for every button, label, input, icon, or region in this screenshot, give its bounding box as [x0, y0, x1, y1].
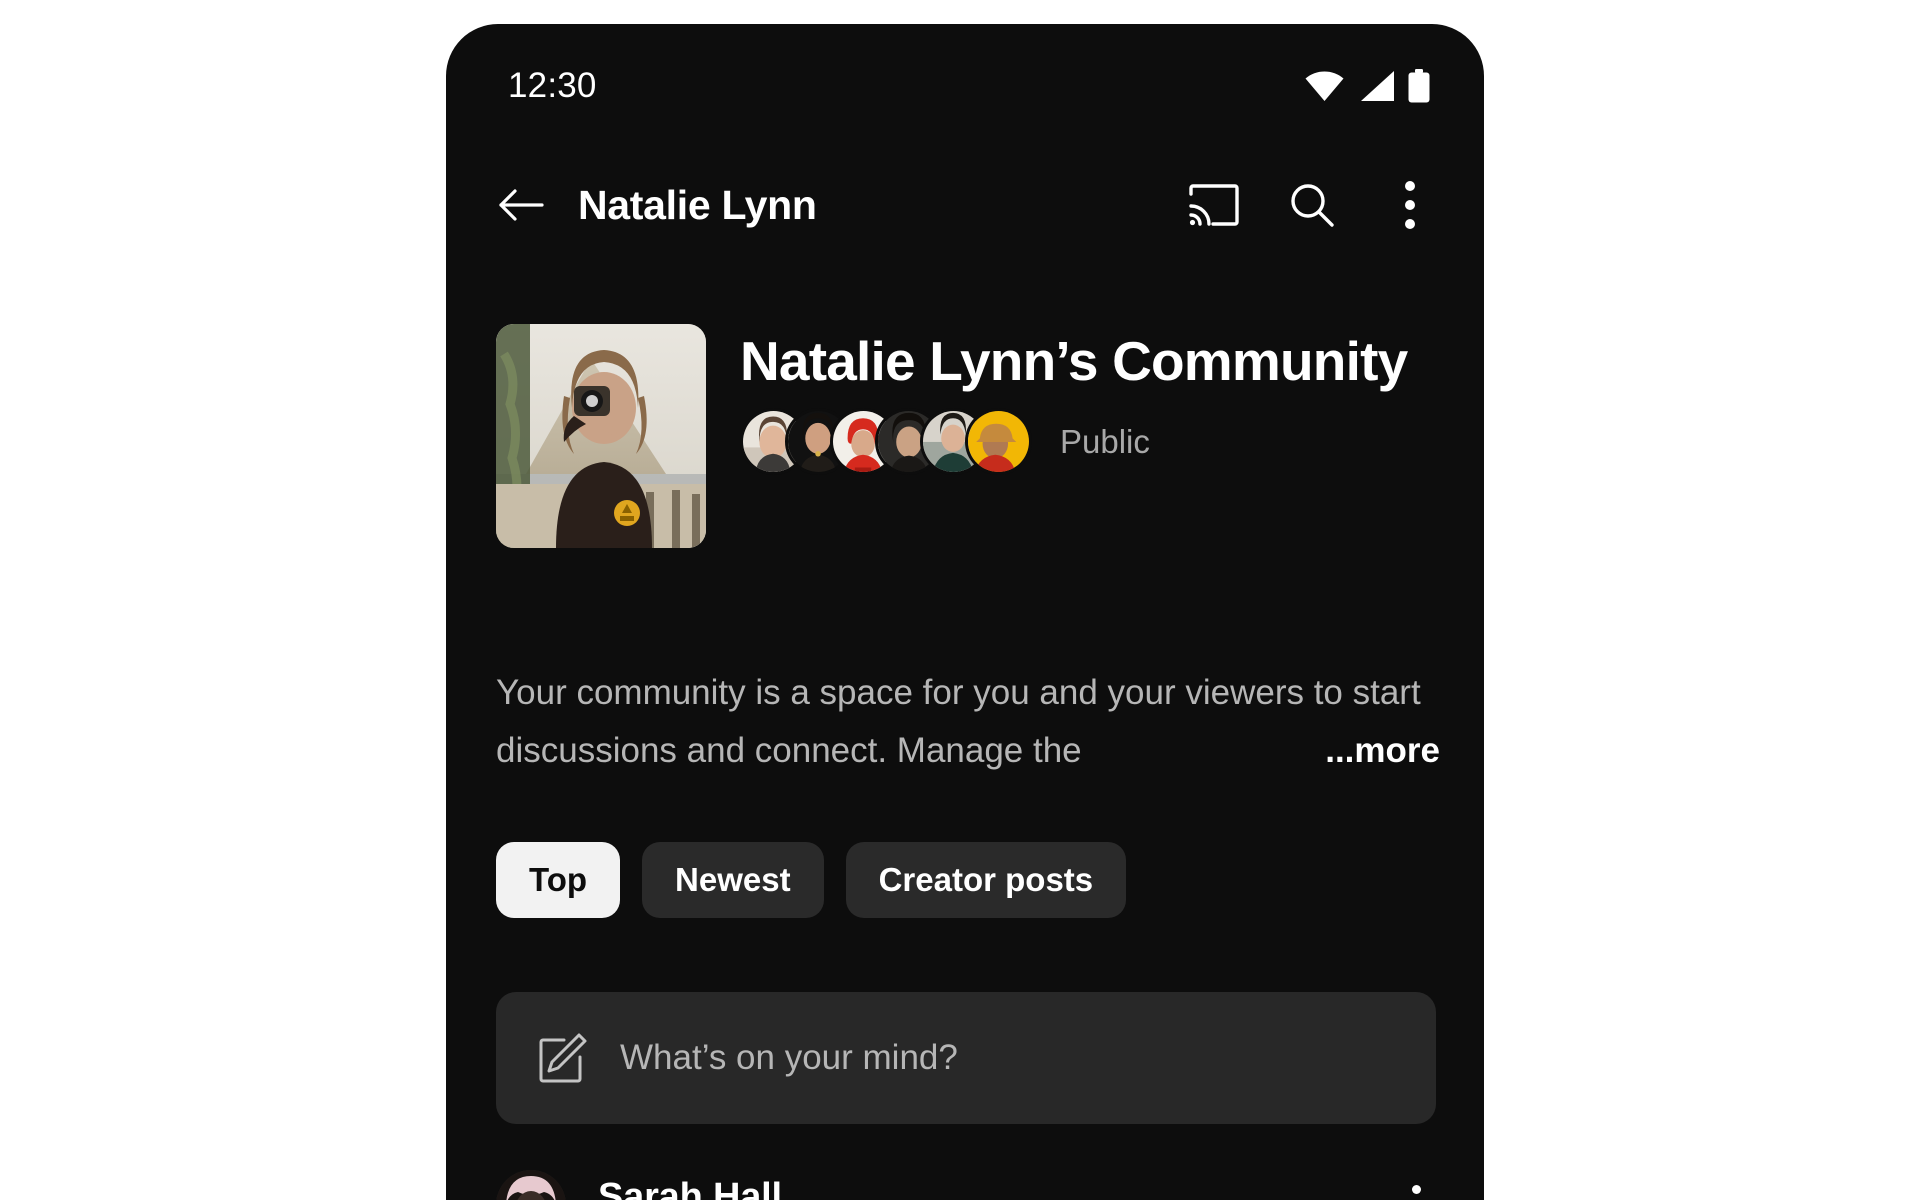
chip-creator-posts[interactable]: Creator posts — [845, 842, 1127, 918]
status-bar: 12:30 — [446, 24, 1484, 148]
community-thumbnail-image — [496, 324, 706, 548]
post-composer[interactable]: What’s on your mind? — [496, 992, 1436, 1124]
app-bar-actions — [1182, 173, 1446, 237]
chip-newest[interactable]: Newest — [642, 842, 824, 918]
battery-icon — [1408, 69, 1430, 103]
description-more-container[interactable]: ...more — [1235, 722, 1440, 780]
cast-button[interactable] — [1182, 173, 1246, 237]
member-avatar-stack[interactable] — [740, 408, 1032, 475]
community-header: Natalie Lynn’s Community Public — [446, 324, 1484, 548]
community-description-block: Your community is a space for you and yo… — [446, 664, 1484, 780]
more-link[interactable]: ...more — [1325, 731, 1440, 771]
compose-pencil-icon — [534, 1030, 590, 1086]
community-thumbnail[interactable] — [496, 324, 706, 548]
community-meta: Public — [740, 408, 1440, 475]
post-author-avatar[interactable] — [496, 1170, 566, 1200]
page-title: Natalie Lynn — [578, 181, 817, 228]
filter-chip-row: Top Newest Creator posts — [446, 842, 1484, 918]
back-arrow-icon — [499, 189, 544, 221]
cellular-signal-icon — [1357, 70, 1395, 102]
more-vertical-icon — [1405, 181, 1415, 229]
avatar-image — [968, 411, 1029, 472]
post-overflow-menu-button[interactable] — [1396, 1170, 1436, 1200]
community-visibility: Public — [1060, 422, 1150, 460]
overflow-menu-button[interactable] — [1378, 173, 1442, 237]
post-item[interactable]: Sarah Hall — [496, 1170, 1436, 1200]
app-bar: Natalie Lynn — [446, 148, 1484, 262]
status-bar-icons — [1305, 69, 1430, 103]
search-button[interactable] — [1280, 173, 1344, 237]
screenshot-stage: 12:30 Natalie Lynn Natalie Lynn’s Commun… — [0, 0, 1920, 1200]
back-button[interactable] — [490, 174, 552, 236]
member-avatar-6 — [965, 408, 1032, 475]
search-icon — [1291, 184, 1334, 227]
status-bar-clock: 12:30 — [508, 66, 597, 105]
wifi-icon — [1305, 71, 1344, 102]
chip-top[interactable]: Top — [496, 842, 621, 918]
composer-placeholder: What’s on your mind? — [620, 1038, 958, 1077]
post-author-name: Sarah Hall — [598, 1176, 782, 1200]
avatar-image — [496, 1170, 566, 1200]
community-info: Natalie Lynn’s Community Public — [740, 324, 1440, 548]
community-title: Natalie Lynn’s Community — [740, 330, 1408, 392]
phone-frame: 12:30 Natalie Lynn Natalie Lynn’s Commun… — [446, 24, 1484, 1200]
more-vertical-icon — [1411, 1184, 1421, 1194]
cast-icon — [1189, 184, 1239, 226]
